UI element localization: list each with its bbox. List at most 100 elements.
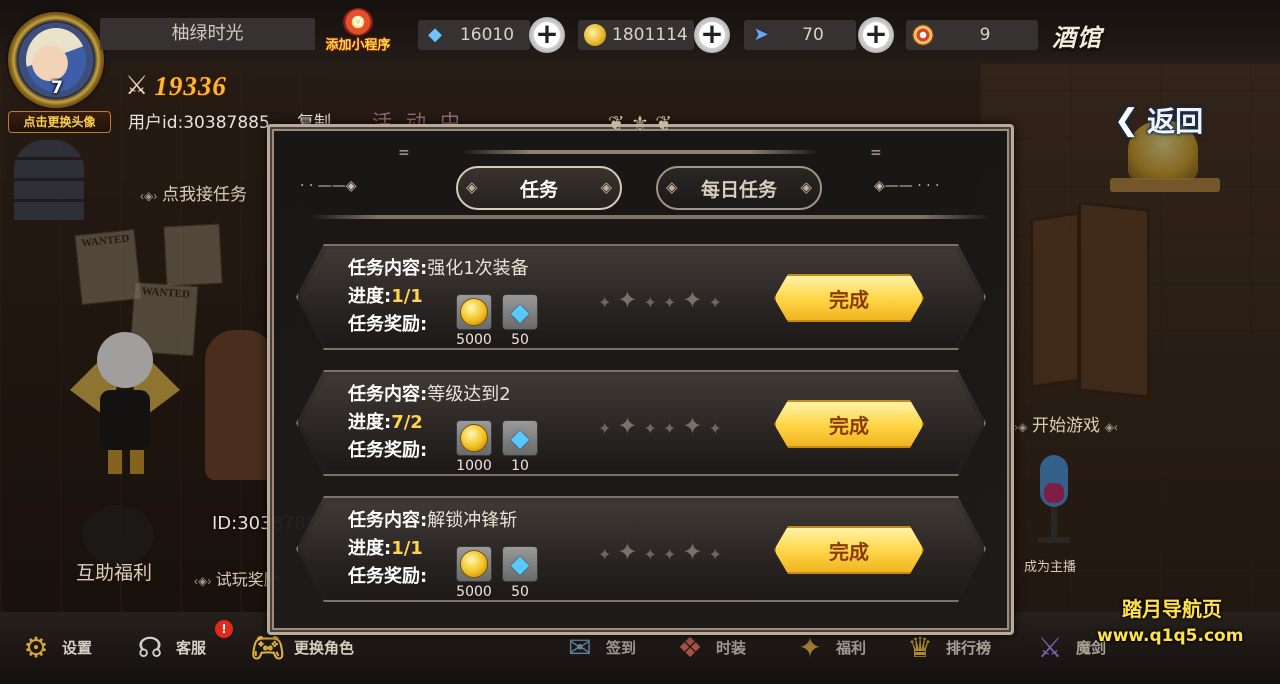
magic-sword-button[interactable]: ⚔ 魔剑 (1030, 622, 1106, 672)
task-reward-line: 任务奖励: (348, 562, 427, 588)
diamond-icon: ◆ (510, 550, 530, 578)
tab-ornament-icon: ◈ (600, 178, 612, 196)
crossed-swords-icon: ⚔ (125, 71, 149, 101)
start-game-label[interactable]: ›◈ 开始游戏 ◈‹ (1014, 411, 1118, 436)
gold-coin-icon (460, 424, 488, 452)
panel-ornament-icon: = (870, 145, 882, 161)
reward-diamond[interactable]: ◆ (502, 546, 538, 582)
combat-power-value: 19336 (154, 70, 227, 101)
add-diamond-button[interactable]: + (529, 17, 565, 53)
reward-diamond-amount: 10 (511, 458, 529, 474)
task-card: 任务内容:解锁冲锋斩 进度:1/1 任务奖励: 5000 ◆ 50 ✦✦✦✦✦✦… (296, 496, 986, 602)
customer-service-label: 客服 (176, 638, 207, 657)
tab-ornament-icon: ◈ (666, 178, 678, 196)
panel-divider (460, 150, 820, 154)
tab-ornament-icon: ◈ (800, 178, 812, 196)
ornament-icon: ‹◈› (140, 189, 158, 203)
energy-icon: ➤ (753, 24, 769, 45)
mutual-aid-label[interactable]: 互助福利 (76, 558, 152, 585)
sign-in-label: 签到 (606, 638, 637, 657)
task-card: 任务内容:等级达到2 进度:7/2 任务奖励: 1000 ◆ 10 ✦✦✦✦✦✦… (296, 370, 986, 476)
sparkle-divider-icon: ✦✦✦✦✦✦ (598, 538, 728, 566)
start-game-text: 开始游戏 (1031, 416, 1100, 435)
complete-button[interactable]: 完成 (774, 526, 924, 574)
task-content-key: 任务内容: (348, 510, 428, 531)
gold-coin-icon (460, 298, 488, 326)
diamond-icon: ◆ (510, 424, 530, 452)
reward-diamond[interactable]: ◆ (502, 294, 538, 330)
mini-program-label: 添加小程序 (325, 38, 391, 53)
energy-counter: ➤ 70 (744, 20, 856, 50)
diamond-icon: ◆ (428, 24, 442, 45)
tab-daily-tasks[interactable]: ◈ 每日任务 ◈ (656, 166, 822, 210)
task-content-key: 任务内容: (348, 384, 428, 405)
reward-diamond-amount: 50 (511, 332, 529, 348)
task-progress-line: 进度:1/1 (348, 282, 423, 308)
task-content-key: 任务内容: (348, 258, 428, 279)
back-label: 返回 (1147, 105, 1204, 138)
back-button[interactable]: ❮ 返回 (1114, 100, 1203, 140)
watermark-title: 踏月导航页 (1122, 597, 1222, 621)
tab-tasks[interactable]: ◈ 任务 ◈ (456, 166, 622, 210)
customer-service-button[interactable]: ☊ 客服 (130, 622, 206, 672)
player-level: 7 (51, 78, 63, 98)
avatar[interactable]: 7 (8, 12, 104, 108)
diamond-value: 16010 (459, 25, 515, 45)
change-avatar-button[interactable]: 点击更换头像 (8, 111, 111, 133)
leaderboard-label: 排行榜 (946, 638, 992, 657)
ornament-icon: ◈‹ (1104, 420, 1118, 434)
task-content-value: 强化1次装备 (427, 258, 529, 279)
task-progress-value: 1/1 (391, 286, 423, 307)
add-gold-button[interactable]: + (694, 17, 730, 53)
quest-hint-label[interactable]: ‹◈› 点我接任务 (140, 180, 247, 205)
quest-hint-text: 点我接任务 (161, 185, 247, 204)
gold-coin-icon (460, 550, 488, 578)
plus-icon: + (700, 17, 724, 50)
add-energy-button[interactable]: + (858, 17, 894, 53)
complete-button[interactable]: 完成 (774, 274, 924, 322)
ticket-icon (910, 23, 936, 47)
reward-gold[interactable] (456, 420, 492, 456)
add-mini-program-button[interactable]: ✿ 添加小程序 (313, 8, 403, 60)
tab-tasks-label: 任务 (519, 178, 558, 201)
tab-ornament-icon: · · ——◈ (300, 178, 357, 194)
task-content-line: 任务内容:解锁冲锋斩 (348, 506, 517, 532)
settings-label: 设置 (62, 638, 93, 657)
notification-badge: ! (215, 620, 233, 638)
task-content-value: 解锁冲锋斩 (427, 510, 518, 531)
sparkle-divider-icon: ✦✦✦✦✦✦ (598, 412, 728, 440)
task-progress-line: 进度:1/1 (348, 534, 423, 560)
plus-icon: + (864, 17, 888, 50)
user-id: 用户id:30387885 (128, 113, 270, 133)
gold-value: 1801114 (612, 25, 688, 45)
ticket-value: 9 (979, 25, 991, 45)
gold-counter: 1801114 (578, 20, 694, 50)
diamond-icon: ◆ (510, 298, 530, 326)
ornament-icon: ‹◈› (194, 574, 212, 588)
tab-daily-tasks-label: 每日任务 (700, 178, 777, 201)
task-progress-value: 1/1 (391, 538, 423, 559)
energy-value: 70 (802, 25, 824, 45)
gear-icon: ⚙ (23, 630, 49, 664)
headset-icon: ☊ (137, 630, 163, 664)
reward-diamond[interactable]: ◆ (502, 420, 538, 456)
task-reward-key: 任务奖励: (348, 440, 428, 461)
reward-gold-amount: 5000 (456, 332, 492, 348)
ticket-counter: 9 (906, 20, 1038, 50)
panel-crest-icon: ❦ ⚜ ❦ (607, 111, 673, 135)
complete-button[interactable]: 完成 (774, 400, 924, 448)
settings-button[interactable]: ⚙ 设置 (16, 622, 92, 672)
change-role-label: 更换角色 (294, 638, 355, 657)
player-name: 柚绿时光 (100, 18, 315, 50)
tab-ornament-icon: ◈ (466, 178, 478, 196)
reward-gold[interactable] (456, 546, 492, 582)
become-host-label[interactable]: 成为主播 (1024, 556, 1076, 575)
task-progress-key: 进度: (348, 538, 392, 559)
task-progress-key: 进度: (348, 286, 392, 307)
gold-coin-icon (582, 23, 608, 47)
reward-gold-amount: 1000 (456, 458, 492, 474)
reward-gold-amount: 5000 (456, 584, 492, 600)
diamond-counter: ◆ 16010 (418, 20, 530, 50)
reward-gold[interactable] (456, 294, 492, 330)
ornament-icon: ›◈ (1014, 420, 1028, 434)
